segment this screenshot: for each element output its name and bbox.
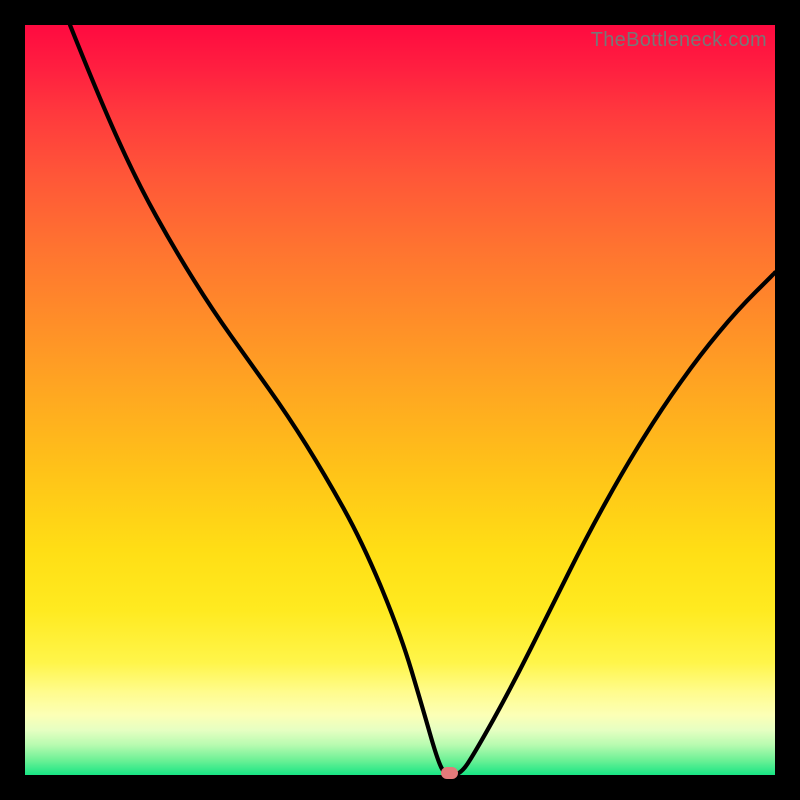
watermark-text: TheBottleneck.com [591, 29, 767, 52]
minimum-marker [441, 767, 458, 779]
curve-path [70, 25, 775, 775]
chart-frame: TheBottleneck.com [0, 0, 800, 800]
plot-area: TheBottleneck.com [25, 25, 775, 775]
bottleneck-curve [25, 25, 775, 775]
